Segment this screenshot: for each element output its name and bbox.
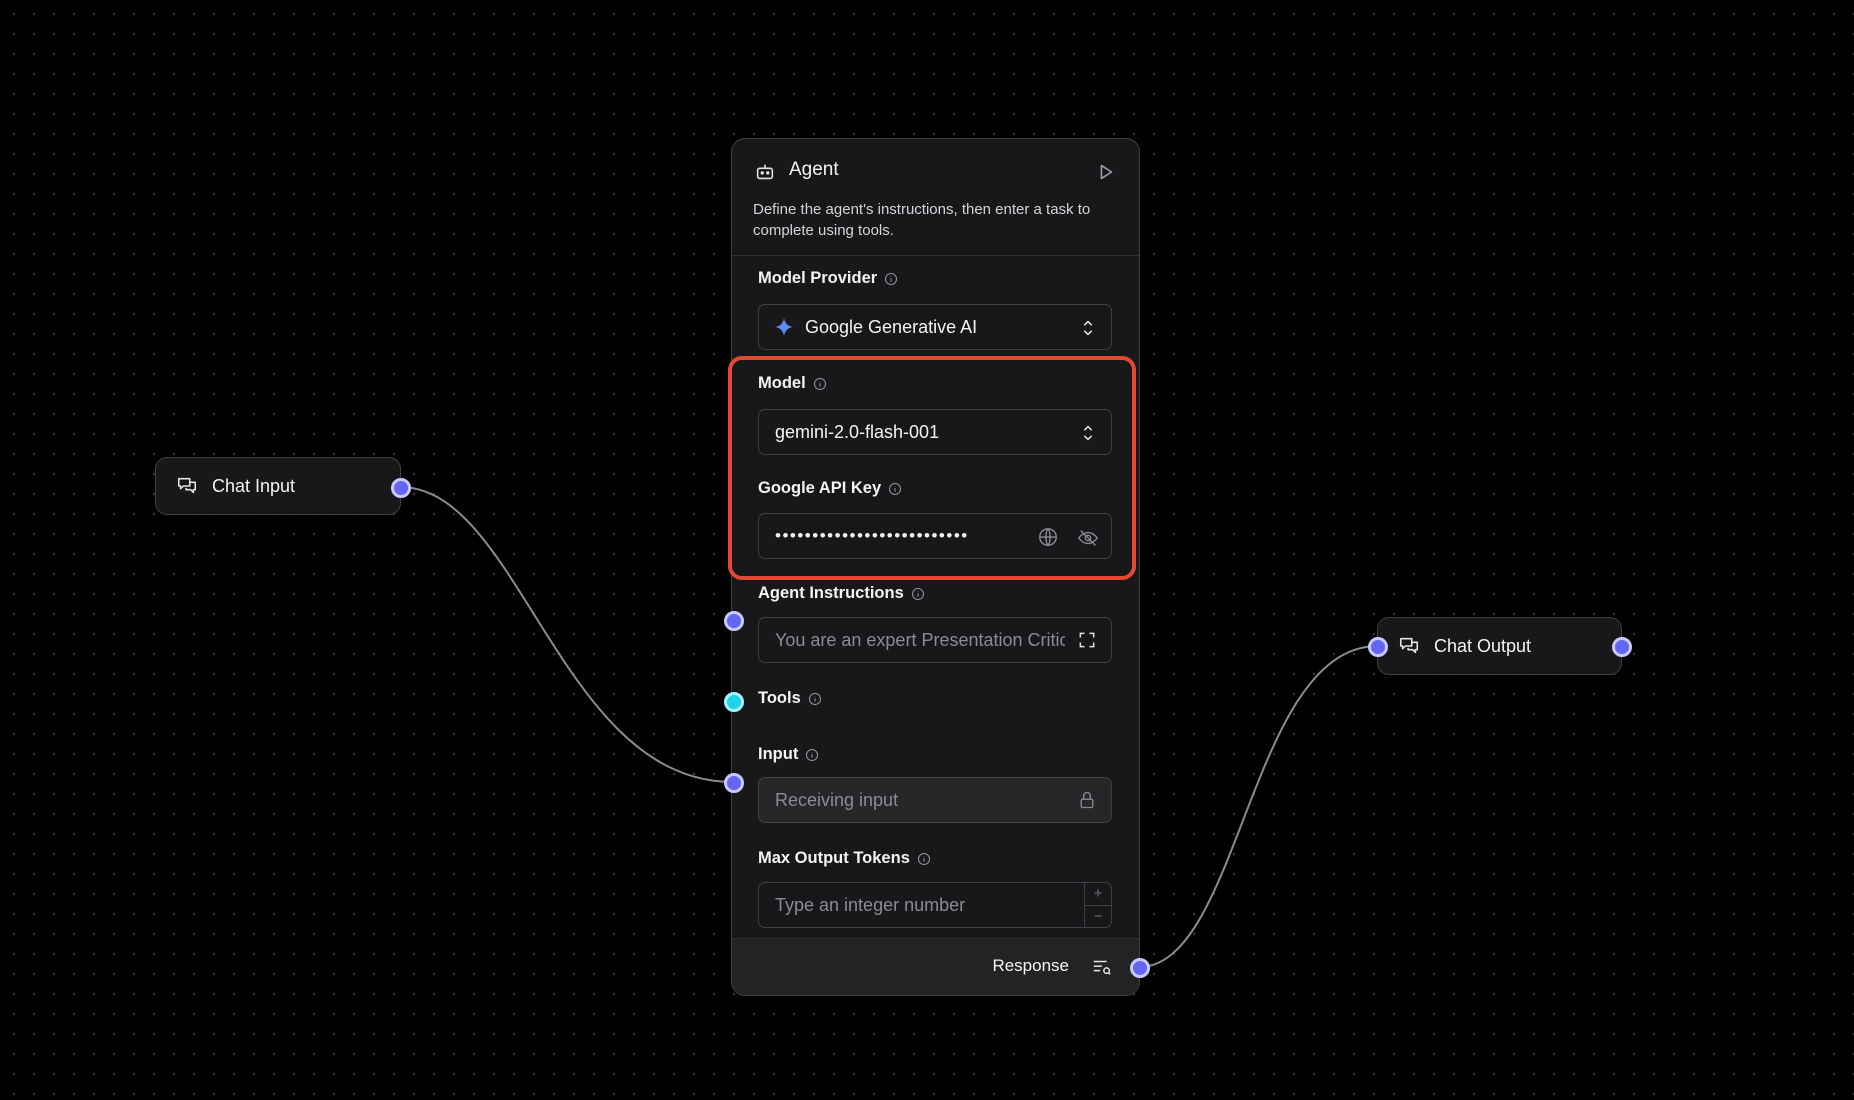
max-output-tokens-label: Max Output Tokens <box>758 849 931 868</box>
api-key-label: Google API Key <box>758 479 902 498</box>
max-output-tokens-input[interactable]: Type an integer number + − <box>758 882 1112 928</box>
agent-description: Define the agent's instructions, then en… <box>753 201 1091 239</box>
chevrons-up-down-icon <box>1077 317 1099 339</box>
agent-instructions-label: Agent Instructions <box>758 584 925 603</box>
chat-output-output-handle[interactable] <box>1612 637 1632 657</box>
agent-instructions-value: You are an expert Presentation Critic <box>775 629 1065 650</box>
info-icon <box>813 377 827 391</box>
agent-instructions-input[interactable]: You are an expert Presentation Critic <box>758 617 1112 663</box>
edge-agent-to-chat-output <box>1138 645 1379 968</box>
input-label: Input <box>758 745 819 764</box>
model-select[interactable]: gemini-2.0-flash-001 <box>758 409 1112 455</box>
info-icon <box>888 482 902 496</box>
chat-input-output-handle[interactable] <box>391 478 411 498</box>
api-key-input[interactable]: •••••••••••••••••••••••••• <box>758 513 1112 559</box>
quantity-stepper[interactable]: + − <box>1084 883 1111 927</box>
tools-label: Tools <box>758 689 822 708</box>
chat-bubbles-icon <box>1398 635 1420 657</box>
model-provider-select[interactable]: Google Generative AI <box>758 304 1112 350</box>
model-provider-value: Google Generative AI <box>805 316 978 337</box>
chat-input-label: Chat Input <box>212 475 296 496</box>
eye-off-icon[interactable] <box>1077 526 1099 548</box>
increment-button[interactable]: + <box>1085 883 1111 906</box>
chat-input-node[interactable]: Chat Input <box>155 457 401 515</box>
api-key-value: •••••••••••••••••••••••••• <box>775 526 969 545</box>
bot-icon <box>754 161 776 183</box>
tools-input-handle[interactable] <box>724 692 744 712</box>
chevrons-up-down-icon <box>1077 422 1099 444</box>
agent-instructions-input-handle[interactable] <box>724 611 744 631</box>
chat-bubbles-icon <box>176 475 198 497</box>
agent-node[interactable]: Agent Define the agent's instructions, t… <box>731 138 1140 996</box>
info-icon <box>884 272 898 286</box>
response-output-handle[interactable] <box>1130 958 1150 978</box>
max-output-tokens-placeholder: Type an integer number <box>775 894 966 915</box>
agent-header: Agent Define the agent's instructions, t… <box>732 139 1139 256</box>
model-provider-label: Model Provider <box>758 269 898 288</box>
info-icon <box>805 748 819 762</box>
agent-output-footer: Response <box>732 938 1139 995</box>
globe-icon[interactable] <box>1037 526 1059 548</box>
info-icon <box>911 587 925 601</box>
model-label: Model <box>758 374 827 393</box>
info-icon <box>808 692 822 706</box>
info-icon <box>917 852 931 866</box>
lock-icon <box>1077 790 1099 812</box>
inspect-output-icon[interactable] <box>1091 956 1113 978</box>
input-field: Receiving input <box>758 777 1112 823</box>
chat-output-label: Chat Output <box>1434 635 1532 656</box>
chat-output-node[interactable]: Chat Output <box>1377 617 1622 675</box>
input-placeholder: Receiving input <box>775 789 899 810</box>
agent-title: Agent <box>789 159 839 180</box>
response-output-label: Response <box>992 956 1069 975</box>
edge-chat-input-to-agent <box>399 486 734 783</box>
model-value: gemini-2.0-flash-001 <box>775 421 940 442</box>
decrement-button[interactable]: − <box>1085 906 1111 928</box>
gemini-sparkle-icon <box>773 316 795 338</box>
expand-icon[interactable] <box>1077 630 1099 652</box>
input-input-handle[interactable] <box>724 773 744 793</box>
play-icon[interactable] <box>1095 161 1117 183</box>
chat-output-input-handle[interactable] <box>1368 637 1388 657</box>
